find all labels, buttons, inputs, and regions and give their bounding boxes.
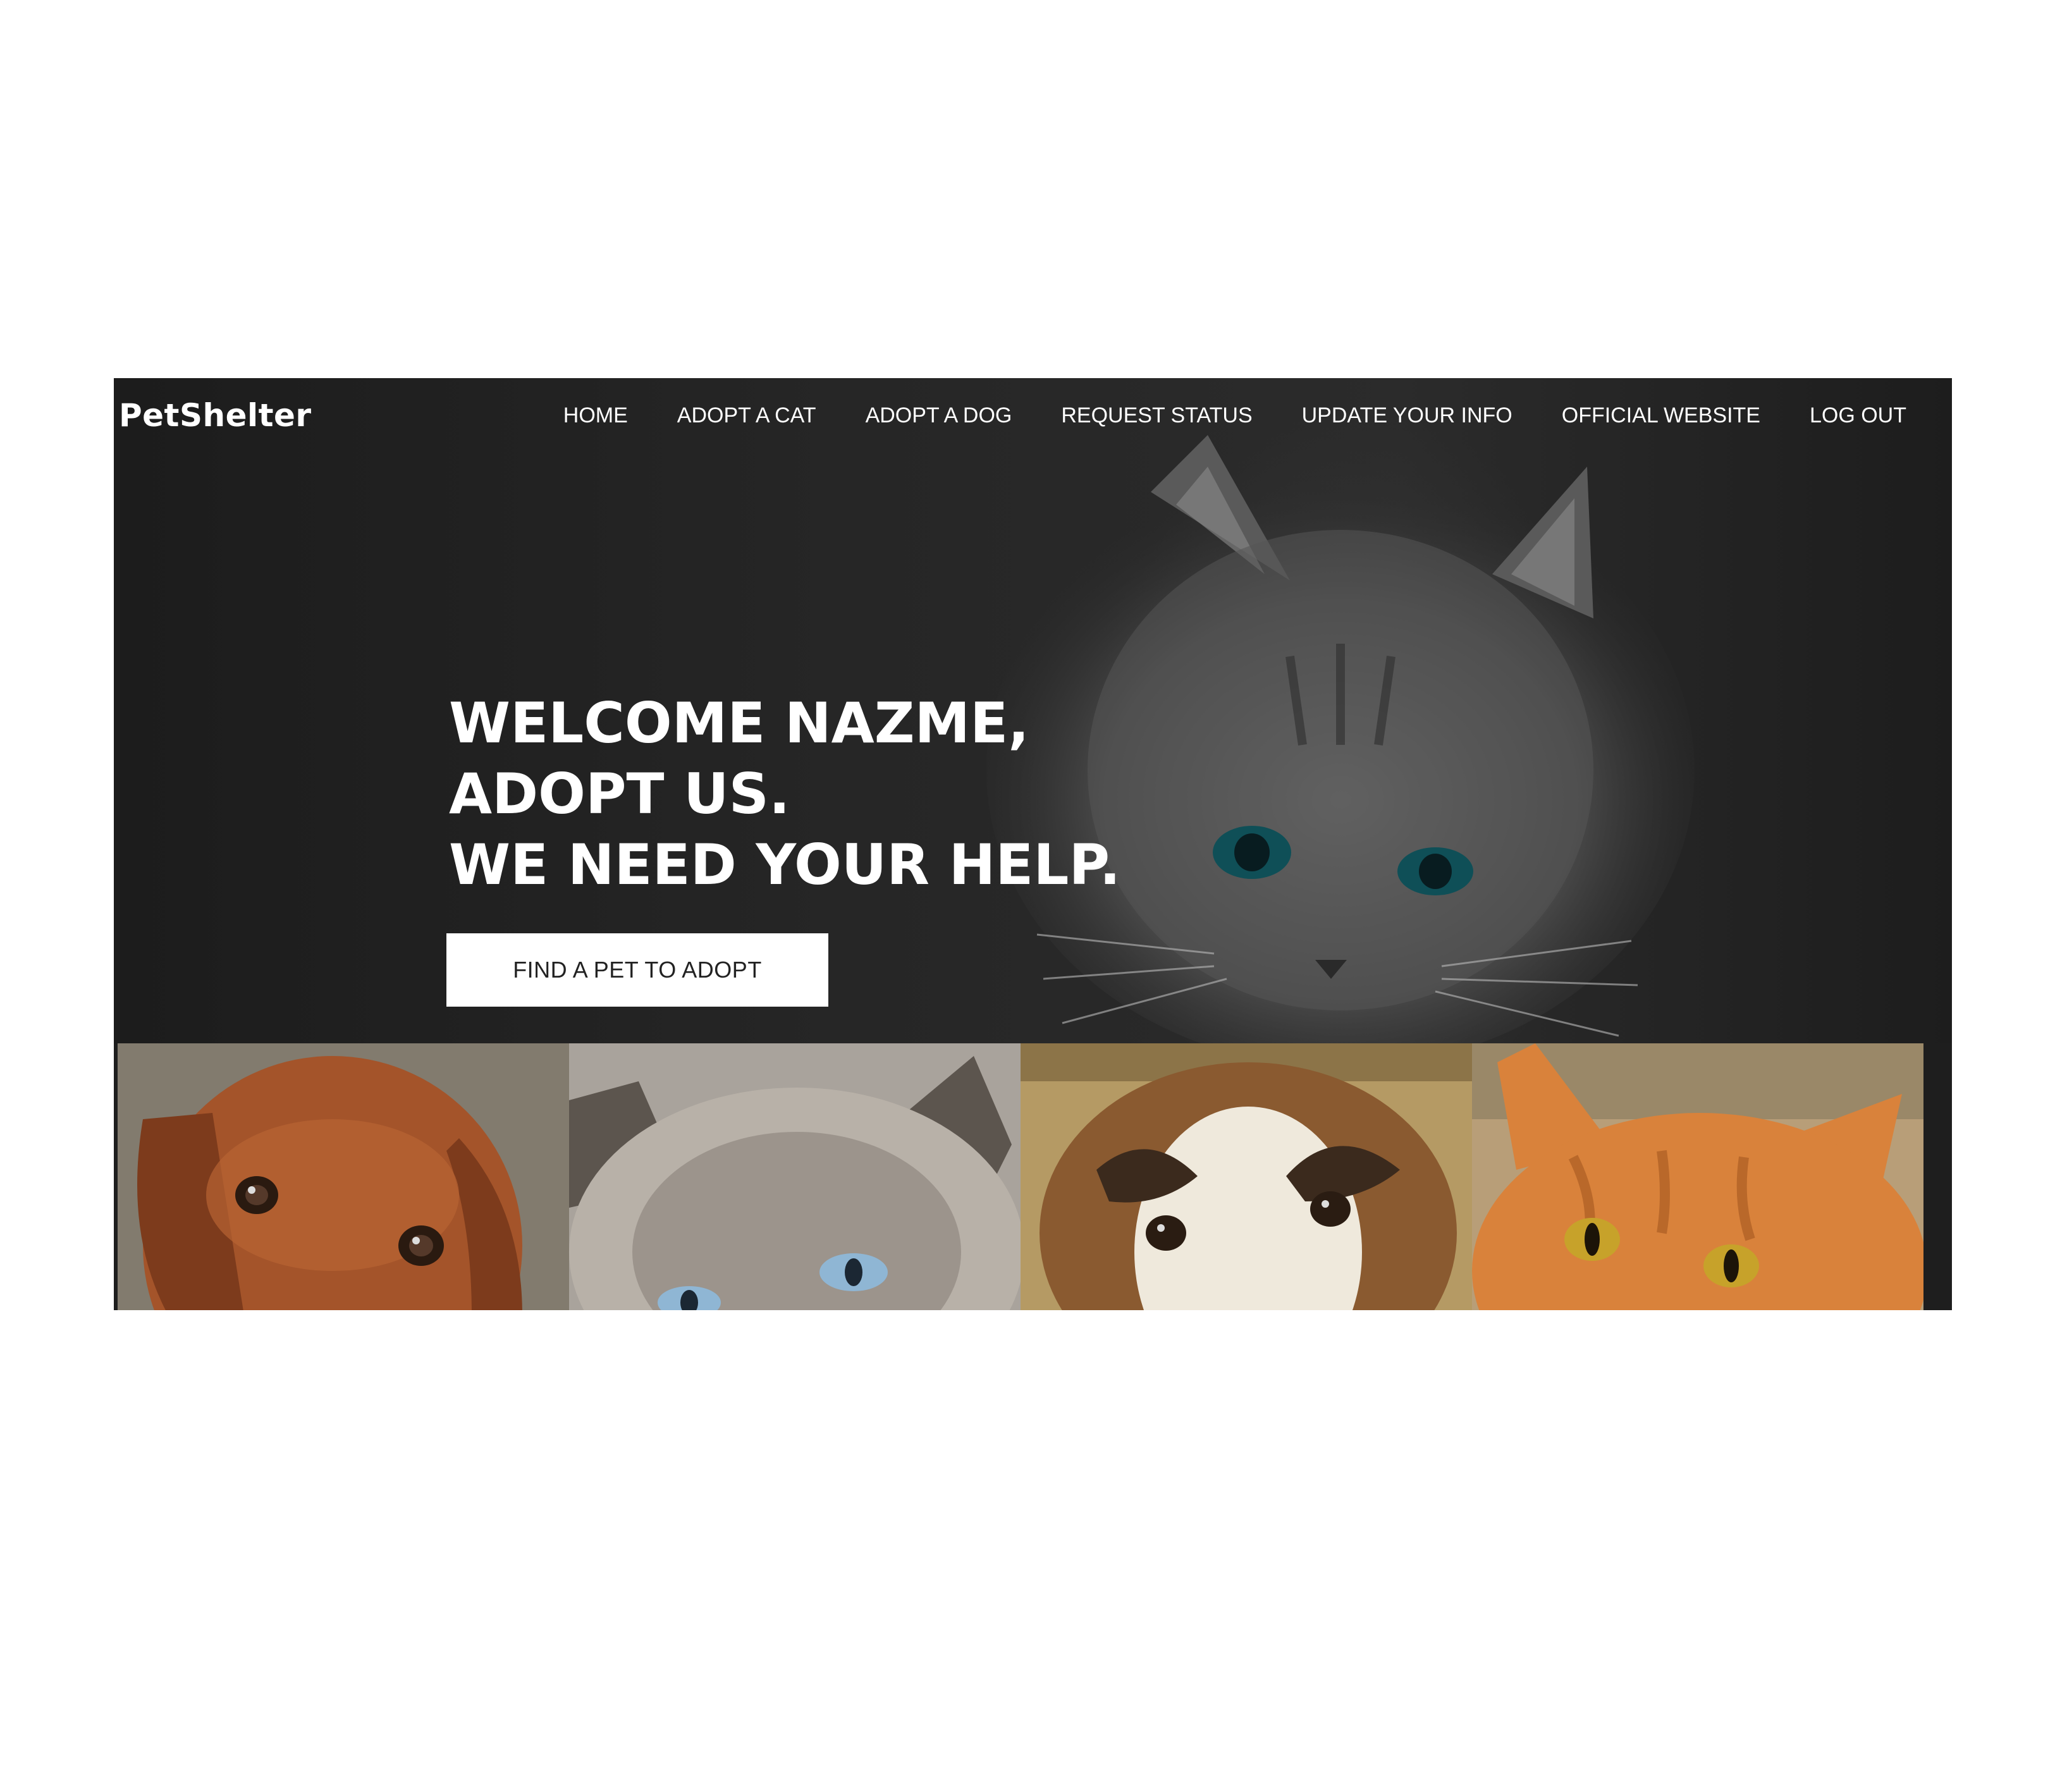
page: PetShelter HOME ADOPT A CAT ADOPT A DOG …	[0, 0, 2055, 1792]
nav-request-status[interactable]: REQUEST STATUS	[1061, 403, 1252, 428]
nav-adopt-a-dog[interactable]: ADOPT A DOG	[866, 403, 1012, 428]
hero-line-help: WE NEED YOUR HELP.	[449, 832, 1121, 897]
gallery-tile-orange-cat[interactable]	[1472, 1043, 1923, 1310]
nav-adopt-a-cat[interactable]: ADOPT A CAT	[677, 403, 816, 428]
hero-section: PetShelter HOME ADOPT A CAT ADOPT A DOG …	[114, 378, 1952, 1048]
dachshund-face-icon	[118, 1043, 569, 1310]
nav-update-your-info[interactable]: UPDATE YOUR INFO	[1302, 403, 1512, 428]
nav-home[interactable]: HOME	[563, 403, 628, 428]
gallery-tile-fluffy-puppy[interactable]	[1021, 1043, 1472, 1310]
gallery-tile-dachshund[interactable]	[118, 1043, 569, 1310]
hero-headline: WELCOME NAZME, ADOPT US. WE NEED YOUR HE…	[449, 688, 1120, 900]
nav-official-website[interactable]: OFFICIAL WEBSITE	[1562, 403, 1760, 428]
pet-gallery	[118, 1043, 1923, 1310]
fluffy-puppy-face-icon	[1021, 1043, 1472, 1310]
hero-line-adopt: ADOPT US.	[449, 761, 790, 826]
top-navbar: PetShelter HOME ADOPT A CAT ADOPT A DOG …	[114, 378, 1952, 457]
find-pet-button[interactable]: FIND A PET TO ADOPT	[446, 933, 828, 1007]
orange-cat-face-icon	[1472, 1043, 1923, 1310]
grey-cat-face-icon	[569, 1043, 1021, 1310]
nav-log-out[interactable]: LOG OUT	[1810, 403, 1906, 428]
website-viewport: PetShelter HOME ADOPT A CAT ADOPT A DOG …	[114, 378, 1952, 1310]
brand-logo[interactable]: PetShelter	[119, 397, 312, 434]
nav-links: HOME ADOPT A CAT ADOPT A DOG REQUEST STA…	[563, 403, 1906, 428]
gallery-tile-grey-cat[interactable]	[569, 1043, 1021, 1310]
hero-line-welcome: WELCOME NAZME,	[449, 690, 1029, 756]
